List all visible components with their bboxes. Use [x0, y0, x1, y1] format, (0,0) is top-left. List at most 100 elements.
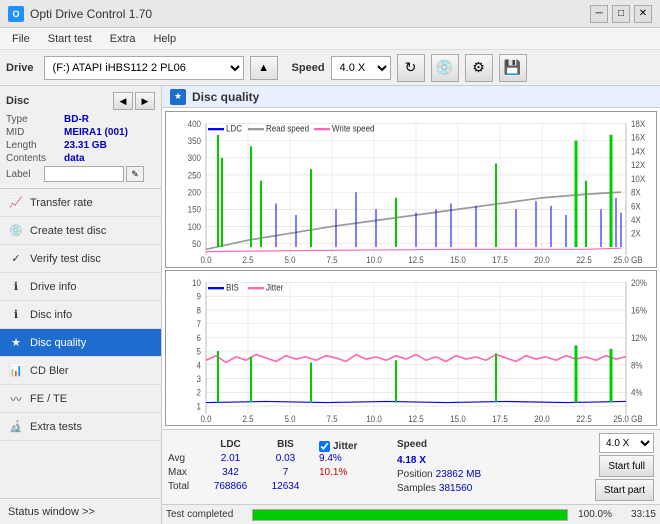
refresh-button[interactable]: ↻ [397, 54, 425, 82]
disc-label-row: Label ✎ [6, 166, 155, 182]
max-jitter: 10.1% [319, 467, 347, 481]
svg-text:12.5: 12.5 [408, 255, 424, 266]
disc-type-key: Type [6, 114, 64, 125]
stats-row: Avg Max Total LDC 2.01 342 768866 BIS 0.… [168, 433, 654, 501]
nav-label-create-test-disc: Create test disc [30, 225, 106, 237]
svg-text:200: 200 [188, 187, 202, 198]
progress-bar-fill [253, 510, 567, 520]
progress-percent: 100.0% [574, 509, 612, 520]
svg-text:10: 10 [192, 277, 201, 288]
settings-button[interactable]: ⚙ [465, 54, 493, 82]
ldc-header: LDC [220, 439, 241, 453]
sidebar-item-disc-quality[interactable]: ★ Disc quality [0, 329, 161, 357]
drive-label: Drive [6, 62, 34, 74]
sidebar-item-fe-te[interactable]: 〰 FE / TE [0, 385, 161, 413]
avg-bis: 0.03 [276, 453, 295, 467]
disc-info-icon: ℹ [8, 307, 24, 323]
total-label: Total [168, 481, 203, 495]
menu-start-test[interactable]: Start test [40, 31, 100, 47]
speed-select-stats[interactable]: 4.0 X [599, 433, 654, 453]
max-ldc: 342 [222, 467, 239, 481]
jitter-checkbox[interactable] [319, 441, 330, 452]
svg-text:3: 3 [197, 373, 202, 384]
svg-text:12.5: 12.5 [408, 413, 424, 424]
svg-text:10.0: 10.0 [366, 413, 382, 424]
disc-icon-btn1[interactable]: ◀ [113, 92, 133, 110]
avg-speed: 4.18 X [397, 455, 426, 466]
svg-text:4: 4 [197, 359, 202, 370]
svg-text:15.0: 15.0 [450, 255, 466, 266]
menu-file[interactable]: File [4, 31, 38, 47]
drive-select[interactable]: (F:) ATAPI iHBS112 2 PL06 [44, 56, 244, 80]
sidebar-item-create-test-disc[interactable]: 💿 Create test disc [0, 217, 161, 245]
disc-label-btn[interactable]: ✎ [126, 166, 144, 182]
svg-text:6: 6 [197, 332, 202, 343]
speed-label: Speed [292, 62, 325, 74]
progress-status: Test completed [166, 509, 246, 520]
avg-jitter: 9.4% [319, 453, 342, 467]
speed-select[interactable]: 4.0 X [331, 56, 391, 80]
svg-text:2X: 2X [631, 228, 641, 239]
nav-label-cd-bler: CD Bler [30, 365, 69, 377]
start-part-button[interactable]: Start part [595, 479, 654, 501]
progress-bar-bg [252, 509, 568, 521]
disc-quality-header: ★ Disc quality [162, 86, 660, 108]
close-button[interactable]: ✕ [634, 5, 652, 23]
disc-header: Disc ◀ ▶ [6, 92, 155, 110]
disc-label-input[interactable] [44, 166, 124, 182]
drive-info-icon: ℹ [8, 279, 24, 295]
svg-text:5.0: 5.0 [284, 255, 295, 266]
svg-text:18X: 18X [631, 118, 645, 129]
svg-text:LDC: LDC [226, 123, 242, 134]
status-window-label: Status window >> [8, 506, 95, 518]
svg-text:250: 250 [188, 170, 202, 181]
svg-text:17.5: 17.5 [492, 413, 508, 424]
progress-area: Test completed 100.0% 33:15 [162, 504, 660, 524]
save-button[interactable]: 💾 [499, 54, 527, 82]
start-full-button[interactable]: Start full [599, 455, 654, 477]
disc-contents-row: Contents data [6, 153, 155, 164]
disc-icon-btn2[interactable]: ▶ [135, 92, 155, 110]
sidebar-item-drive-info[interactable]: ℹ Drive info [0, 273, 161, 301]
sidebar-item-extra-tests[interactable]: 🔬 Extra tests [0, 413, 161, 441]
disc-label-key: Label [6, 169, 44, 180]
disc-mid-row: MID MEIRA1 (001) [6, 127, 155, 138]
disc-contents-key: Contents [6, 153, 64, 164]
svg-text:7: 7 [197, 318, 202, 329]
svg-text:0.0: 0.0 [200, 413, 211, 424]
svg-text:4X: 4X [631, 214, 641, 225]
disc-length-val: 23.31 GB [64, 140, 107, 151]
svg-text:20.0: 20.0 [534, 255, 550, 266]
sidebar-item-cd-bler[interactable]: 📊 CD Bler [0, 357, 161, 385]
minimize-button[interactable]: ─ [590, 5, 608, 23]
sidebar-item-disc-info[interactable]: ℹ Disc info [0, 301, 161, 329]
ldc-chart: 400 350 300 250 200 150 100 50 18X 16X 1… [165, 111, 657, 268]
maximize-button[interactable]: □ [612, 5, 630, 23]
menu-help[interactable]: Help [145, 31, 184, 47]
main-layout: Disc ◀ ▶ Type BD-R MID MEIRA1 (001) Leng… [0, 86, 660, 524]
sidebar-item-verify-test-disc[interactable]: ✓ Verify test disc [0, 245, 161, 273]
cd-bler-icon: 📊 [8, 363, 24, 379]
status-window[interactable]: Status window >> [0, 498, 161, 524]
eject-button[interactable]: ▲ [250, 56, 278, 80]
avg-label: Avg [168, 453, 203, 467]
svg-text:12%: 12% [631, 332, 647, 343]
svg-text:22.5: 22.5 [576, 413, 592, 424]
disc-button[interactable]: 💿 [431, 54, 459, 82]
bis-chart: 10 9 8 7 6 5 4 3 2 1 20% 16% 12% 8% 4% [165, 270, 657, 427]
max-label: Max [168, 467, 203, 481]
svg-text:5.0: 5.0 [284, 413, 295, 424]
menu-extra[interactable]: Extra [102, 31, 144, 47]
svg-text:7.5: 7.5 [326, 255, 337, 266]
svg-text:1: 1 [197, 400, 202, 411]
svg-text:350: 350 [188, 136, 202, 147]
sidebar-item-transfer-rate[interactable]: 📈 Transfer rate [0, 189, 161, 217]
sidebar: Disc ◀ ▶ Type BD-R MID MEIRA1 (001) Leng… [0, 86, 162, 524]
samples-val: 381560 [439, 483, 472, 494]
svg-text:5: 5 [197, 346, 202, 357]
svg-text:16%: 16% [631, 304, 647, 315]
svg-text:25.0 GB: 25.0 GB [613, 413, 643, 424]
samples-label: Samples [397, 483, 436, 494]
svg-text:2.5: 2.5 [242, 413, 253, 424]
app-icon: O [8, 6, 24, 22]
